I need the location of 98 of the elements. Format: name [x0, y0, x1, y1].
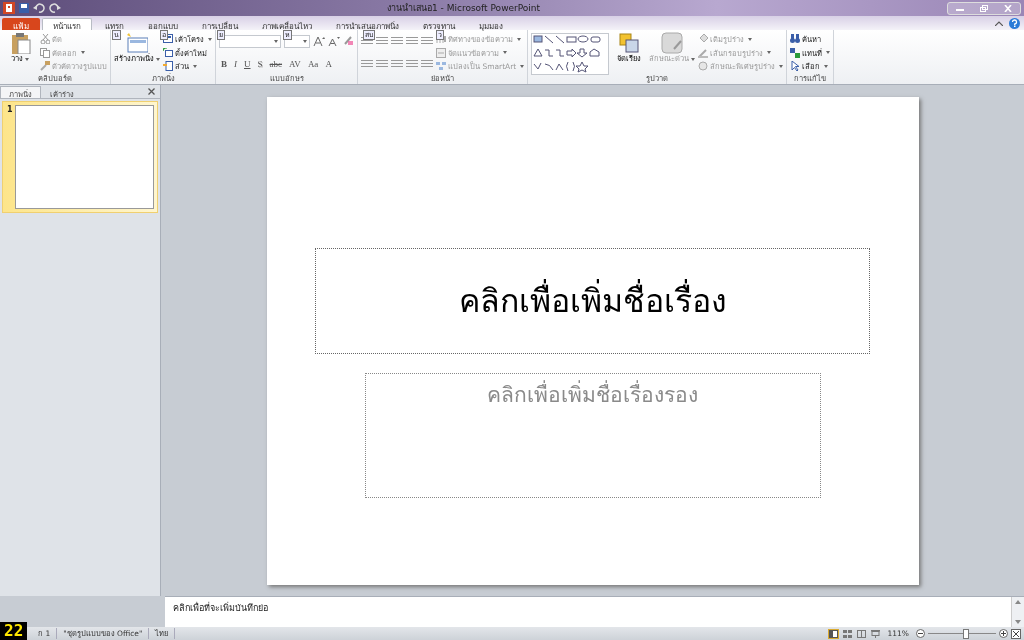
reset-icon: [163, 47, 173, 58]
brush-icon: [40, 61, 50, 71]
font-style-button[interactable]: AV: [287, 59, 303, 69]
line-spacing-icon[interactable]: [421, 36, 433, 46]
view-button[interactable]: [855, 628, 867, 639]
font-name-field[interactable]: [219, 34, 281, 48]
caret-icon: [748, 37, 753, 41]
font-style-button[interactable]: B: [219, 59, 229, 69]
font-style-button[interactable]: abc: [267, 59, 285, 69]
clipboard-icon: [9, 32, 31, 54]
redo-icon[interactable]: [49, 3, 61, 13]
decrease-indent-icon[interactable]: [391, 36, 403, 46]
pen-icon: [698, 47, 709, 58]
shrink-font-icon[interactable]: [328, 36, 340, 46]
collapse-ribbon-icon[interactable]: [995, 20, 1003, 26]
font-style-button[interactable]: S: [255, 59, 265, 69]
normal-view-icon: [828, 629, 838, 638]
caret-icon: [691, 58, 696, 61]
caret-icon: [208, 37, 212, 41]
scroll-bar[interactable]: [1011, 597, 1024, 627]
increase-indent-icon[interactable]: [406, 36, 418, 46]
ribbon-tab[interactable]: หน้าแรก: [42, 18, 92, 30]
zoom-out-icon[interactable]: [916, 629, 925, 638]
style-swatch-icon: [661, 32, 684, 54]
window-title: งานนำเสนอ1 - Microsoft PowerPoint: [387, 2, 542, 15]
layout-icon: [163, 34, 173, 44]
caret-icon: [303, 39, 307, 43]
paint-bucket-icon: [698, 34, 709, 44]
reading-view-icon: [856, 629, 866, 638]
ribbon-tab[interactable]: มุมมอง: [468, 18, 514, 30]
new-slide-icon: [126, 32, 148, 54]
slide-thumbnail[interactable]: [14, 105, 154, 209]
file-tab[interactable]: แฟ้ม: [2, 18, 40, 30]
ribbon-tab[interactable]: การนำเสนอภาพนิ่ง: [325, 18, 410, 30]
text-direction-icon: [436, 34, 446, 44]
caret-icon: [779, 64, 784, 68]
smartart-icon: [436, 61, 446, 71]
font-style-button[interactable]: Aa: [305, 59, 321, 69]
clear-formatting-icon[interactable]: [343, 36, 354, 46]
caret-icon: [81, 51, 85, 54]
ribbon-tab[interactable]: แทรก: [94, 18, 135, 30]
font-style-button[interactable]: U: [242, 59, 253, 69]
columns-icon[interactable]: [421, 59, 433, 69]
app-icon[interactable]: [3, 2, 15, 14]
zoom-slider-thumb[interactable]: [963, 628, 970, 639]
copy-icon: [40, 47, 50, 58]
scroll-down-icon: [1015, 620, 1021, 624]
slide-number: 1: [7, 105, 13, 116]
subtitle-placeholder[interactable]: คลิกเพื่อเพิ่มชื่อเรื่องรอง: [364, 372, 821, 498]
ribbon-tab[interactable]: ตรวจทาน: [412, 18, 466, 30]
align-right-icon[interactable]: [391, 59, 403, 69]
slide-thumbnail-row[interactable]: 1: [2, 101, 158, 213]
caret-icon: [826, 51, 831, 54]
justify-icon[interactable]: [406, 59, 418, 69]
caret-icon: [156, 58, 160, 61]
caret-icon: [193, 64, 197, 68]
fit-to-window-icon[interactable]: [1011, 628, 1021, 639]
help-icon[interactable]: [1009, 17, 1020, 29]
scissors-icon: [40, 34, 50, 44]
font-style-button[interactable]: I: [232, 59, 239, 69]
font-size-field[interactable]: [284, 34, 310, 48]
view-button[interactable]: [841, 628, 853, 639]
align-left-icon[interactable]: [361, 59, 373, 69]
shape-effects-icon: [698, 61, 709, 71]
restore-icon: [980, 4, 988, 12]
grow-font-icon[interactable]: [313, 36, 325, 46]
step-number-badge: 22: [0, 622, 28, 640]
caret-icon: [824, 64, 829, 68]
save-icon[interactable]: [19, 3, 29, 13]
slide-show-icon: [870, 629, 880, 638]
align-center-icon[interactable]: [376, 59, 388, 69]
zoom-in-icon[interactable]: [999, 629, 1008, 638]
caret-icon: [503, 51, 507, 54]
ribbon-tab[interactable]: ภาพเคลื่อนไหว: [251, 18, 323, 30]
font-style-button[interactable]: A: [323, 59, 334, 69]
caret-icon: [517, 37, 521, 41]
caret-icon: [25, 58, 29, 61]
ribbon-tab[interactable]: ออกแบบ: [137, 18, 189, 30]
scroll-up-icon: [1015, 600, 1021, 604]
view-button[interactable]: [827, 628, 839, 639]
section-icon: [163, 61, 173, 71]
pointer-icon: [790, 61, 801, 71]
replace-icon: [790, 47, 801, 58]
close-icon: [1004, 4, 1012, 12]
arrange-icon: [618, 32, 641, 54]
close-icon[interactable]: [148, 88, 155, 95]
caret-icon: [274, 39, 278, 43]
ribbon-tab[interactable]: การเปลี่ยน: [191, 18, 249, 30]
numbering-icon[interactable]: [376, 36, 388, 46]
slide-sorter-icon: [842, 629, 852, 638]
view-button[interactable]: [869, 628, 881, 639]
binoculars-icon: [790, 34, 801, 44]
align-text-icon: [436, 47, 446, 58]
undo-icon[interactable]: [33, 3, 45, 13]
caret-icon: [520, 64, 525, 68]
caret-icon: [767, 51, 772, 54]
title-placeholder[interactable]: คลิกเพื่อเพิ่มชื่อเรื่อง: [315, 247, 870, 354]
bullets-icon[interactable]: [361, 36, 373, 46]
